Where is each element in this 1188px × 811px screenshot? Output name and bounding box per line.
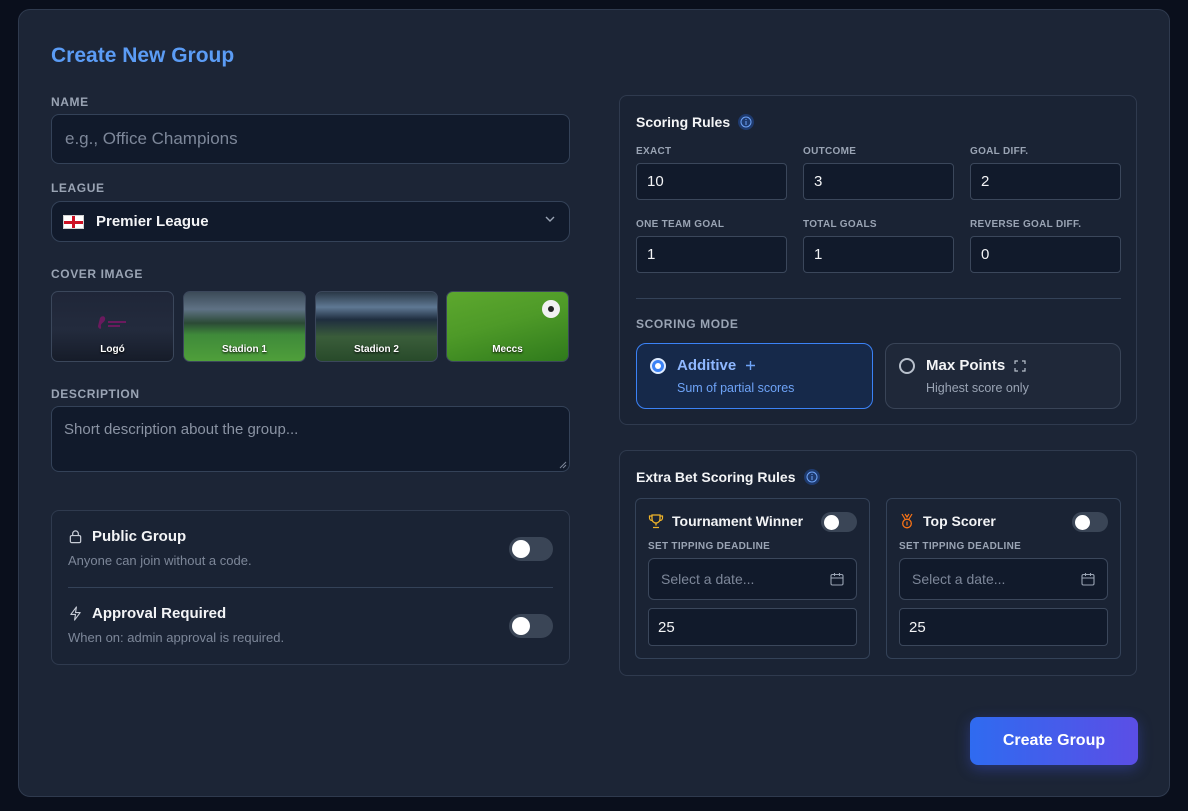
public-group-label: Public Group xyxy=(92,528,187,545)
top-scorer-label: Top Scorer xyxy=(923,513,996,529)
tournament-winner-date-input[interactable]: Select a date... xyxy=(648,558,857,600)
description-textarea[interactable]: Short description about the group... xyxy=(51,406,570,472)
tournament-winner-title: Tournament Winner xyxy=(648,513,803,529)
cover-option-match[interactable]: Meccs xyxy=(446,291,569,362)
league-label: LEAGUE xyxy=(51,181,105,195)
approval-required-label: Approval Required xyxy=(92,605,227,622)
description-placeholder: Short description about the group... xyxy=(64,421,299,438)
tournament-winner-points-input[interactable]: 25 xyxy=(648,608,857,646)
extra-bet-label: Extra Bet Scoring Rules xyxy=(636,469,796,485)
tournament-winner-toggle[interactable] xyxy=(821,512,857,532)
scoring-rules-title: Scoring Rules xyxy=(636,114,755,130)
description-label: DESCRIPTION xyxy=(51,387,140,401)
league-select[interactable]: Premier League xyxy=(51,201,570,242)
public-group-toggle[interactable] xyxy=(509,537,553,561)
deadline-label: SET TIPPING DEADLINE xyxy=(648,541,771,552)
radio-selected[interactable] xyxy=(650,358,666,374)
max-points-description: Highest score only xyxy=(926,381,1029,395)
extra-bet-title: Extra Bet Scoring Rules xyxy=(636,469,820,485)
date-placeholder: Select a date... xyxy=(912,571,1006,587)
exact-label: EXACT xyxy=(636,146,672,157)
name-input[interactable]: e.g., Office Champions xyxy=(51,114,570,164)
top-scorer-date-input[interactable]: Select a date... xyxy=(899,558,1108,600)
total-goals-label: TOTAL GOALS xyxy=(803,219,877,230)
cover-caption: Stadion 1 xyxy=(221,344,267,355)
top-scorer-points-input[interactable]: 25 xyxy=(899,608,1108,646)
info-icon[interactable] xyxy=(803,469,820,485)
top-scorer-card: Top Scorer SET TIPPING DEADLINE Select a… xyxy=(886,498,1121,659)
trophy-icon xyxy=(648,514,664,529)
medal-icon xyxy=(901,513,913,529)
create-group-button[interactable]: Create Group xyxy=(970,717,1138,765)
additive-label: Additive xyxy=(677,357,737,374)
mode-option-max-points[interactable]: Max Points Highest score only xyxy=(885,343,1121,409)
calendar-icon[interactable] xyxy=(830,572,844,586)
outcome-label: OUTCOME xyxy=(803,146,857,157)
approval-required-title: Approval Required xyxy=(68,605,226,622)
scoring-rules-panel: Scoring Rules EXACT 10 OUTCOME 3 GOAL DI… xyxy=(619,95,1137,425)
league-selected-value: Premier League xyxy=(96,213,209,230)
mode-option-additive[interactable]: Additive Sum of partial scores xyxy=(636,343,873,409)
cover-option-stadium-2[interactable]: Stadion 2 xyxy=(315,291,438,362)
lock-icon xyxy=(69,530,82,544)
lightning-icon xyxy=(70,606,81,621)
one-team-goal-input[interactable]: 1 xyxy=(636,236,787,273)
name-label: NAME xyxy=(51,95,89,109)
league-logo-icon xyxy=(98,316,126,329)
max-points-title: Max Points xyxy=(926,357,1026,374)
additive-title: Additive xyxy=(677,357,756,374)
deadline-label: SET TIPPING DEADLINE xyxy=(899,541,1022,552)
soccer-ball-icon xyxy=(542,300,560,318)
goal-diff-input[interactable]: 2 xyxy=(970,163,1121,200)
radio-unselected[interactable] xyxy=(899,358,915,374)
calendar-icon[interactable] xyxy=(1081,572,1095,586)
divider xyxy=(636,298,1121,299)
additive-description: Sum of partial scores xyxy=(677,381,795,395)
resize-handle-icon[interactable] xyxy=(559,461,567,469)
cover-option-stadium-1[interactable]: Stadion 1 xyxy=(183,291,306,362)
divider xyxy=(68,587,553,588)
cover-caption: Logó xyxy=(100,344,125,355)
tournament-winner-card: Tournament Winner SET TIPPING DEADLINE S… xyxy=(635,498,870,659)
page-title: Create New Group xyxy=(51,44,235,67)
reverse-goal-diff-input[interactable]: 0 xyxy=(970,236,1121,273)
england-flag-icon xyxy=(63,214,84,229)
public-group-title: Public Group xyxy=(68,528,186,545)
create-group-card: Create New Group NAME e.g., Office Champ… xyxy=(18,9,1170,797)
scoring-mode-label: SCORING MODE xyxy=(636,317,739,331)
top-scorer-title: Top Scorer xyxy=(899,513,996,529)
privacy-settings-panel: Public Group Anyone can join without a c… xyxy=(51,510,570,665)
public-group-description: Anyone can join without a code. xyxy=(68,553,252,568)
outcome-input[interactable]: 3 xyxy=(803,163,954,200)
cover-image-label: COVER IMAGE xyxy=(51,267,143,281)
cover-caption: Stadion 2 xyxy=(353,344,399,355)
max-points-label: Max Points xyxy=(926,357,1006,374)
goal-diff-label: GOAL DIFF. xyxy=(970,146,1029,157)
scoring-rules-label: Scoring Rules xyxy=(636,114,731,130)
cover-caption: Meccs xyxy=(492,344,523,355)
tournament-winner-label: Tournament Winner xyxy=(672,513,804,529)
expand-icon xyxy=(1014,359,1026,372)
plus-icon xyxy=(746,361,756,370)
info-icon[interactable] xyxy=(738,114,755,130)
approval-required-toggle[interactable] xyxy=(509,614,553,638)
approval-required-description: When on: admin approval is required. xyxy=(68,630,285,645)
chevron-down-icon xyxy=(545,216,555,222)
total-goals-input[interactable]: 1 xyxy=(803,236,954,273)
reverse-goal-diff-label: REVERSE GOAL DIFF. xyxy=(970,219,1082,230)
date-placeholder: Select a date... xyxy=(661,571,755,587)
cover-option-logo[interactable]: Logó xyxy=(51,291,174,362)
exact-input[interactable]: 10 xyxy=(636,163,787,200)
top-scorer-toggle[interactable] xyxy=(1072,512,1108,532)
one-team-goal-label: ONE TEAM GOAL xyxy=(636,219,725,230)
